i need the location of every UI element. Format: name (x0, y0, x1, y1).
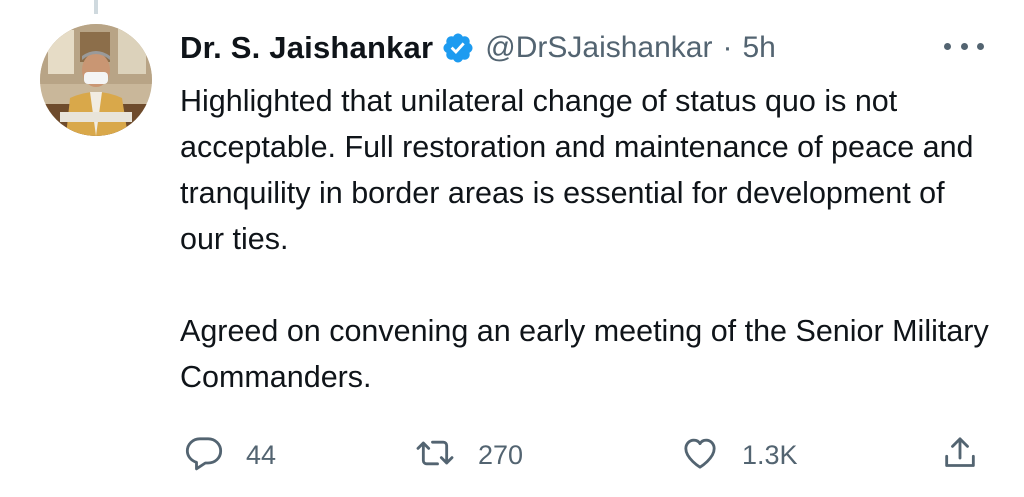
reply-button[interactable]: 44 (184, 432, 276, 478)
retweet-count: 270 (478, 439, 524, 470)
reply-count: 44 (246, 439, 277, 470)
more-options-icon[interactable] (944, 36, 984, 56)
tweet-header: Dr. S. Jaishankar @DrSJaishankar · 5h (180, 26, 776, 70)
action-bar: 44 270 1.3K (180, 432, 990, 478)
share-button[interactable] (940, 432, 980, 478)
like-button[interactable]: 1.3K (680, 432, 798, 478)
retweet-button[interactable]: 270 (414, 432, 523, 478)
thread-connector-line (94, 0, 98, 14)
separator-dot: · (722, 31, 733, 64)
tweet-text: Highlighted that unilateral change of st… (180, 78, 990, 400)
heart-icon (680, 433, 720, 478)
like-count: 1.3K (742, 439, 798, 470)
timestamp[interactable]: 5h (742, 31, 775, 65)
tweet-paragraph: Highlighted that unilateral change of st… (180, 84, 974, 256)
share-icon (940, 433, 980, 478)
verified-badge-icon (441, 31, 475, 65)
retweet-icon (414, 433, 456, 478)
tweet[interactable]: Dr. S. Jaishankar @DrSJaishankar · 5h Hi… (0, 0, 1024, 497)
avatar[interactable] (40, 24, 152, 136)
tweet-paragraph: Agreed on convening an early meeting of … (180, 314, 989, 394)
reply-icon (184, 433, 224, 478)
author-handle[interactable]: @DrSJaishankar (485, 31, 712, 65)
author-name[interactable]: Dr. S. Jaishankar (180, 30, 433, 66)
